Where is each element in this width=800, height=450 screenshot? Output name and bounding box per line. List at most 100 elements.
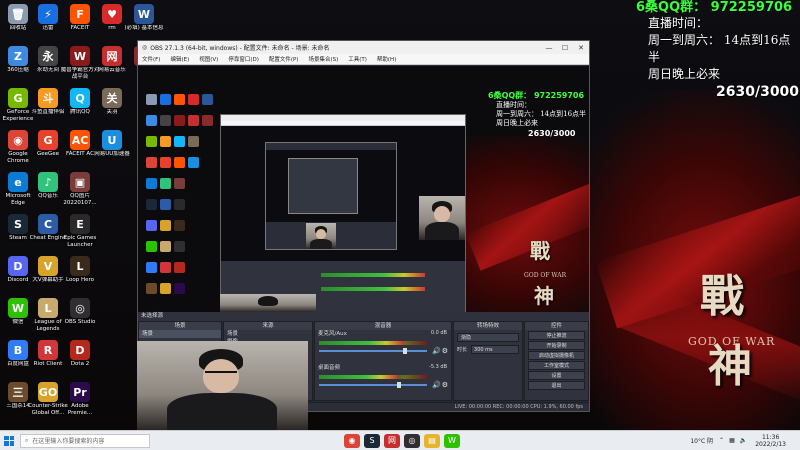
desktop-shortcut[interactable]: L League of Legends xyxy=(30,296,66,338)
dota2-icon: D xyxy=(70,340,90,360)
obs-menu-bar: 文件(F) 编辑(E) 视图(V) 停靠窗口(D) 配置文件(P) 场景集合(S) 工具(T… xyxy=(138,54,589,65)
word-icon: W xyxy=(134,4,154,24)
riot-icon xyxy=(160,262,171,273)
desktop-shortcut[interactable]: AC FACEIT AC xyxy=(62,128,98,170)
clock[interactable]: 11:36 2022/2/13 xyxy=(755,434,786,448)
csgo-icon: GO xyxy=(38,382,58,402)
obs-menu-item[interactable]: 场景集合(S) xyxy=(308,55,338,63)
desktop-shortcut[interactable]: ⚡ 迅雷 xyxy=(30,2,66,44)
obs-menu-item[interactable]: 配置文件(P) xyxy=(269,55,299,63)
desktop-shortcut[interactable]: ♥ rm xyxy=(94,2,130,44)
chevron-up-icon[interactable]: ⌃ xyxy=(719,437,724,444)
volume-slider-knob[interactable] xyxy=(403,348,408,354)
desktop-shortcut[interactable]: F FACEIT xyxy=(62,2,98,44)
steam-icon xyxy=(146,199,157,210)
desktop-shortcut[interactable]: Q 腾讯QQ xyxy=(62,86,98,128)
no-source-selected: 未选择源 xyxy=(138,312,589,321)
start-recording-button[interactable]: 开始录制 xyxy=(528,341,585,350)
desktop-shortcut[interactable]: V 大V弹幕助手 xyxy=(30,254,66,296)
word-icon xyxy=(202,94,213,105)
obs-menu-item[interactable]: 文件(F) xyxy=(142,55,160,63)
network-icon[interactable]: ▦ xyxy=(729,437,735,444)
edge-icon xyxy=(146,178,157,189)
scene-item[interactable]: 场景 xyxy=(139,330,221,338)
source-item[interactable]: 场景 xyxy=(224,330,312,338)
settings-button[interactable]: 设置 xyxy=(528,371,585,380)
speaker-icon[interactable]: 🔊 xyxy=(432,347,441,355)
exit-button[interactable]: 退出 xyxy=(528,381,585,390)
wechat-icon[interactable]: W xyxy=(444,433,460,448)
desktop-shortcut[interactable]: Pr Adobe Premie... xyxy=(62,380,98,422)
start-button[interactable] xyxy=(0,431,18,450)
desktop-shortcut[interactable]: W (必填) 基本信息 xyxy=(124,2,164,44)
game-icon xyxy=(146,283,157,294)
dota2-icon xyxy=(174,262,185,273)
volume-icon[interactable]: 🔈 xyxy=(740,437,747,444)
gear-icon[interactable]: ⚙ xyxy=(442,381,448,389)
danmaku-icon: V xyxy=(38,256,58,276)
desktop-icon-column: F FACEIT W 魔兽争霸官方对战平台 Q 腾讯QQ AC FACEIT AC ▣ QQ图片2… xyxy=(61,2,99,422)
search-icon: ⌕ xyxy=(25,436,29,444)
gear-icon[interactable]: ⚙ xyxy=(442,347,448,355)
close-icon[interactable]: ✕ xyxy=(573,44,589,52)
desktop-shortcut[interactable]: U 网易UU加速器 xyxy=(94,128,130,170)
csgo-icon xyxy=(160,283,171,294)
clock-time: 11:36 xyxy=(761,433,780,441)
obs-preview[interactable]: 戰 GOD OF WAR 神 6桑QQ群： 972259706 直播时间： 周一… xyxy=(138,66,589,312)
system-tray: 10°C 阴 ⌃ ▦ 🔈 11:36 2022/2/13 xyxy=(690,434,800,448)
netease-music-icon xyxy=(188,115,199,126)
desktop-shortcut[interactable]: W 魔兽争霸官方对战平台 xyxy=(61,44,99,86)
geforce-icon xyxy=(146,136,157,147)
duration-input[interactable]: 300 ms xyxy=(471,345,519,354)
recycle-bin-icon xyxy=(146,94,157,105)
obs-title-bar[interactable]: ◎ OBS 27.1.3 (64-bit, windows) - 配置文件: 未… xyxy=(138,41,589,54)
volume-slider-knob[interactable] xyxy=(396,382,401,388)
steam-icon[interactable]: S xyxy=(364,433,380,448)
heart-game-icon xyxy=(188,94,199,105)
taskbar-search[interactable]: ⌕ 在这里输入你要搜索的内容 xyxy=(20,433,150,448)
minimize-icon[interactable]: — xyxy=(541,44,557,52)
weather-text[interactable]: 10°C 阴 xyxy=(690,436,713,445)
volume-slider[interactable] xyxy=(319,350,427,352)
speaker-icon[interactable]: 🔊 xyxy=(432,381,441,389)
desktop-shortcut-label: (必填) 基本信息 xyxy=(124,25,164,31)
obs-menu-item[interactable]: 编辑(E) xyxy=(170,55,189,63)
chrome-icon[interactable]: ◉ xyxy=(344,433,360,448)
desktop-shortcut[interactable]: ◎ OBS Studio xyxy=(62,296,98,338)
netease-music-icon[interactable]: 网 xyxy=(384,433,400,448)
obs-menu-item[interactable]: 视图(V) xyxy=(199,55,218,63)
desktop-shortcut[interactable]: D Dota 2 xyxy=(62,338,98,380)
netease-music-icon: 网 xyxy=(102,46,122,66)
desktop-shortcut[interactable]: R Riot Client xyxy=(30,338,66,380)
desktop-shortcut[interactable]: L Loop Hero xyxy=(62,254,98,296)
mixer-track: 桌面音频 -5.3 dB 🔊 ⚙ xyxy=(315,364,451,398)
desktop-shortcut[interactable]: G GeeGee xyxy=(30,128,66,170)
thunder-icon: ⚡ xyxy=(38,4,58,24)
desktop-shortcut[interactable]: 网网易云音乐 xyxy=(94,44,130,86)
desktop-shortcut[interactable]: E Epic Games Launcher xyxy=(62,212,98,254)
transition-select[interactable]: 渐隐 xyxy=(457,333,519,342)
obs-icon[interactable]: ◎ xyxy=(404,433,420,448)
file-explorer-icon[interactable]: ▤ xyxy=(424,433,440,448)
douyu-icon xyxy=(160,136,171,147)
obs-menu-item[interactable]: 工具(T) xyxy=(348,55,367,63)
studio-mode-button[interactable]: 工作室模式 xyxy=(528,361,585,370)
obs-menu-item[interactable]: 帮助(H) xyxy=(377,55,396,63)
duration-label: 时长 xyxy=(457,347,468,353)
wechat-icon: W xyxy=(8,298,28,318)
maximize-icon[interactable]: ☐ xyxy=(557,44,573,52)
desktop-shortcut[interactable]: 斗斗鱼直播伴侣 xyxy=(30,86,66,128)
webcam-feed xyxy=(137,341,308,430)
nested-webcam xyxy=(220,294,316,312)
desktop-shortcut-label: Loop Hero xyxy=(66,277,94,283)
volume-slider[interactable] xyxy=(319,384,427,386)
desktop-shortcut[interactable]: ▣ QQ图片20220107... xyxy=(62,170,98,212)
virtual-camera-button[interactable]: 启动虚拟摄像机 xyxy=(528,351,585,360)
stop-streaming-button[interactable]: 停止推流 xyxy=(528,331,585,340)
mixer-header: 混音器 xyxy=(315,322,451,330)
warcraft-icon xyxy=(174,115,185,126)
thunder-icon xyxy=(160,94,171,105)
desktop-shortcut[interactable]: 关关羽 xyxy=(94,86,130,128)
obs-menu-item[interactable]: 停靠窗口(D) xyxy=(228,55,259,63)
controls-dock: 控件 停止推流 开始录制 启动虚拟摄像机 工作室模式 设置 退出 xyxy=(524,321,589,401)
